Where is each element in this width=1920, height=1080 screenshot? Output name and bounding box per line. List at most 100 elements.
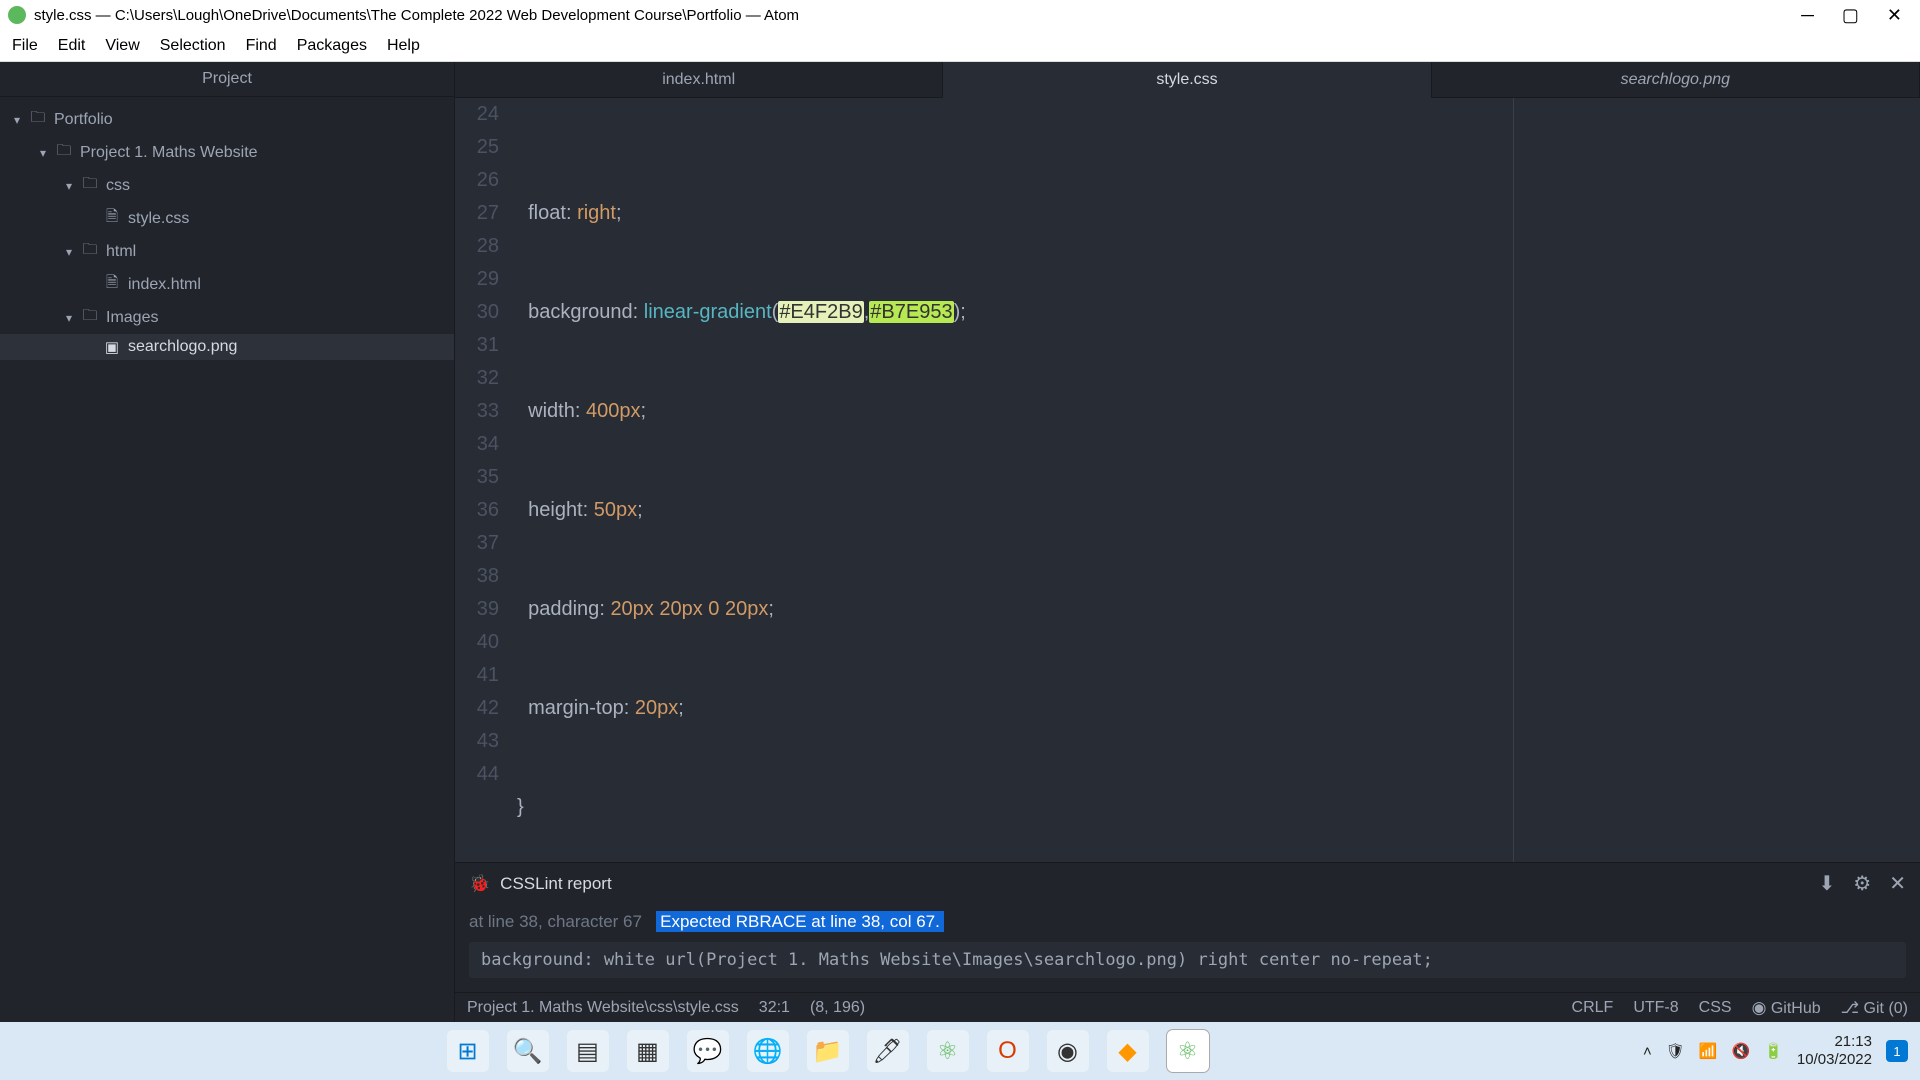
tree-folder-css[interactable]: ▾ 🗀 css	[0, 169, 454, 202]
line-number: 28	[455, 230, 499, 263]
code-line: width: 400px;	[515, 395, 1920, 428]
start-button[interactable]: ⊞	[447, 1030, 489, 1072]
windows-taskbar: ⊞ 🔍 ▤ ▦ 💬 🌐 📁 🖊 ⚛ O ◉ ◆ ⚛ ˄ 🛡 📶 🔇 🔋 21:1…	[0, 1022, 1920, 1080]
github-icon: ◉	[1752, 998, 1767, 1017]
tray-security-icon[interactable]: 🛡	[1666, 1042, 1685, 1060]
explorer-icon[interactable]: 📁	[807, 1030, 849, 1072]
tree-label: Portfolio	[54, 111, 113, 129]
minimize-button[interactable]: ─	[1801, 5, 1814, 26]
tray-wifi-icon[interactable]: 📶	[1699, 1042, 1718, 1060]
status-position[interactable]: 32:1	[759, 999, 790, 1017]
clock-date: 10/03/2022	[1797, 1051, 1872, 1069]
code-line: margin-top: 20px;	[515, 692, 1920, 725]
sublime-icon[interactable]: ◆	[1107, 1030, 1149, 1072]
chevron-down-icon: ▾	[62, 179, 76, 193]
menu-selection[interactable]: Selection	[160, 37, 226, 55]
menu-help[interactable]: Help	[387, 37, 420, 55]
line-number: 42	[455, 692, 499, 725]
code-line: }	[515, 791, 1920, 824]
lint-code-snippet: background: white url(Project 1. Maths W…	[469, 942, 1906, 978]
office-icon[interactable]: O	[987, 1030, 1029, 1072]
tree-file-indexhtml[interactable]: 🗎 index.html	[0, 268, 454, 301]
code-line: background: linear-gradient(#E4F2B9,#B7E…	[515, 296, 1920, 329]
line-number: 36	[455, 494, 499, 527]
status-encoding[interactable]: UTF-8	[1633, 999, 1678, 1017]
chat-icon[interactable]: 💬	[687, 1030, 729, 1072]
code-line: height: 50px;	[515, 494, 1920, 527]
clock-time: 21:13	[1797, 1033, 1872, 1051]
status-language[interactable]: CSS	[1699, 999, 1732, 1017]
status-github[interactable]: ◉ GitHub	[1752, 998, 1821, 1018]
status-selection: (8, 196)	[810, 999, 865, 1017]
bug-icon: 🐞	[469, 874, 490, 894]
menu-file[interactable]: File	[12, 37, 38, 55]
menu-find[interactable]: Find	[246, 37, 277, 55]
line-number: 24	[455, 98, 499, 131]
menu-bar: File Edit View Selection Find Packages H…	[0, 30, 1920, 62]
tree-folder-html[interactable]: ▾ 🗀 html	[0, 235, 454, 268]
app-icon[interactable]: 🖊	[867, 1030, 909, 1072]
download-icon[interactable]: ⬇	[1819, 871, 1836, 896]
status-eol[interactable]: CRLF	[1572, 999, 1614, 1017]
tray-volume-icon[interactable]: 🔇	[1732, 1042, 1751, 1060]
system-clock[interactable]: 21:13 10/03/2022	[1797, 1033, 1872, 1069]
wrap-guide	[1513, 98, 1514, 862]
code-area[interactable]: float: right; background: linear-gradien…	[515, 98, 1920, 862]
menu-packages[interactable]: Packages	[297, 37, 367, 55]
line-number: 39	[455, 593, 499, 626]
tab-indexhtml[interactable]: index.html	[455, 62, 943, 98]
tab-searchlogo[interactable]: searchlogo.png	[1432, 62, 1920, 98]
line-number: 38	[455, 560, 499, 593]
menu-edit[interactable]: Edit	[58, 37, 86, 55]
line-number: 43	[455, 725, 499, 758]
folder-icon: 🗀	[80, 305, 100, 330]
line-number: 27	[455, 197, 499, 230]
title-bar: style.css — C:\Users\Lough\OneDrive\Docu…	[0, 0, 1920, 30]
status-filepath[interactable]: Project 1. Maths Website\css\style.css	[467, 999, 739, 1017]
line-number: 29	[455, 263, 499, 296]
tree-file-searchlogo[interactable]: ▣ searchlogo.png	[0, 334, 454, 360]
line-number: 35	[455, 461, 499, 494]
tree-label: css	[106, 177, 130, 195]
lint-message[interactable]: Expected RBRACE at line 38, col 67.	[656, 911, 944, 932]
settings-icon[interactable]: ⚙	[1853, 871, 1871, 896]
menu-view[interactable]: View	[105, 37, 139, 55]
line-gutter: 24 25 26 27 28 29 30 31 32 33 34 35 36 3…	[455, 98, 515, 862]
line-number: 44	[455, 758, 499, 791]
code-editor[interactable]: 24 25 26 27 28 29 30 31 32 33 34 35 36 3…	[455, 98, 1920, 862]
edge-icon[interactable]: 🌐	[747, 1030, 789, 1072]
tree-folder-project1[interactable]: ▾ 🗀 Project 1. Maths Website	[0, 136, 454, 169]
search-icon[interactable]: 🔍	[507, 1030, 549, 1072]
file-icon: 🗎	[102, 272, 122, 297]
maximize-button[interactable]: ▢	[1842, 5, 1859, 26]
folder-icon: 🗀	[80, 173, 100, 198]
tree-file-stylecss[interactable]: 🗎 style.css	[0, 202, 454, 235]
line-number: 32	[455, 362, 499, 395]
folder-icon: 🗀	[80, 239, 100, 264]
tree-folder-images[interactable]: ▾ 🗀 Images	[0, 301, 454, 334]
editor-tabs: index.html style.css searchlogo.png	[455, 62, 1920, 98]
code-line: padding: 20px 20px 0 20px;	[515, 593, 1920, 626]
tree-label: html	[106, 243, 136, 261]
lint-location: at line 38, character 67	[469, 912, 642, 931]
tray-battery-icon[interactable]: 🔋	[1764, 1042, 1783, 1060]
tree-root[interactable]: ▾ 🗀 Portfolio	[0, 103, 454, 136]
tray-chevron-icon[interactable]: ˄	[1643, 1043, 1652, 1060]
code-line: float: right;	[515, 197, 1920, 230]
tree-label: searchlogo.png	[128, 338, 237, 356]
chevron-down-icon: ▾	[62, 245, 76, 259]
status-git[interactable]: ⎇ Git (0)	[1841, 998, 1908, 1018]
notification-badge[interactable]: 1	[1886, 1040, 1908, 1062]
tab-stylecss[interactable]: style.css	[943, 62, 1431, 98]
project-sidebar: Project ▾ 🗀 Portfolio ▾ 🗀 Project 1. Mat…	[0, 62, 455, 1022]
close-button[interactable]: ✕	[1887, 5, 1902, 26]
taskview-icon[interactable]: ▤	[567, 1030, 609, 1072]
project-header: Project	[0, 62, 454, 97]
atom-icon[interactable]: ⚛	[927, 1030, 969, 1072]
chrome-icon[interactable]: ◉	[1047, 1030, 1089, 1072]
close-icon[interactable]: ✕	[1889, 871, 1906, 896]
file-tree: ▾ 🗀 Portfolio ▾ 🗀 Project 1. Maths Websi…	[0, 97, 454, 366]
widgets-icon[interactable]: ▦	[627, 1030, 669, 1072]
atom-running-icon[interactable]: ⚛	[1167, 1030, 1209, 1072]
tree-label: Project 1. Maths Website	[80, 144, 258, 162]
